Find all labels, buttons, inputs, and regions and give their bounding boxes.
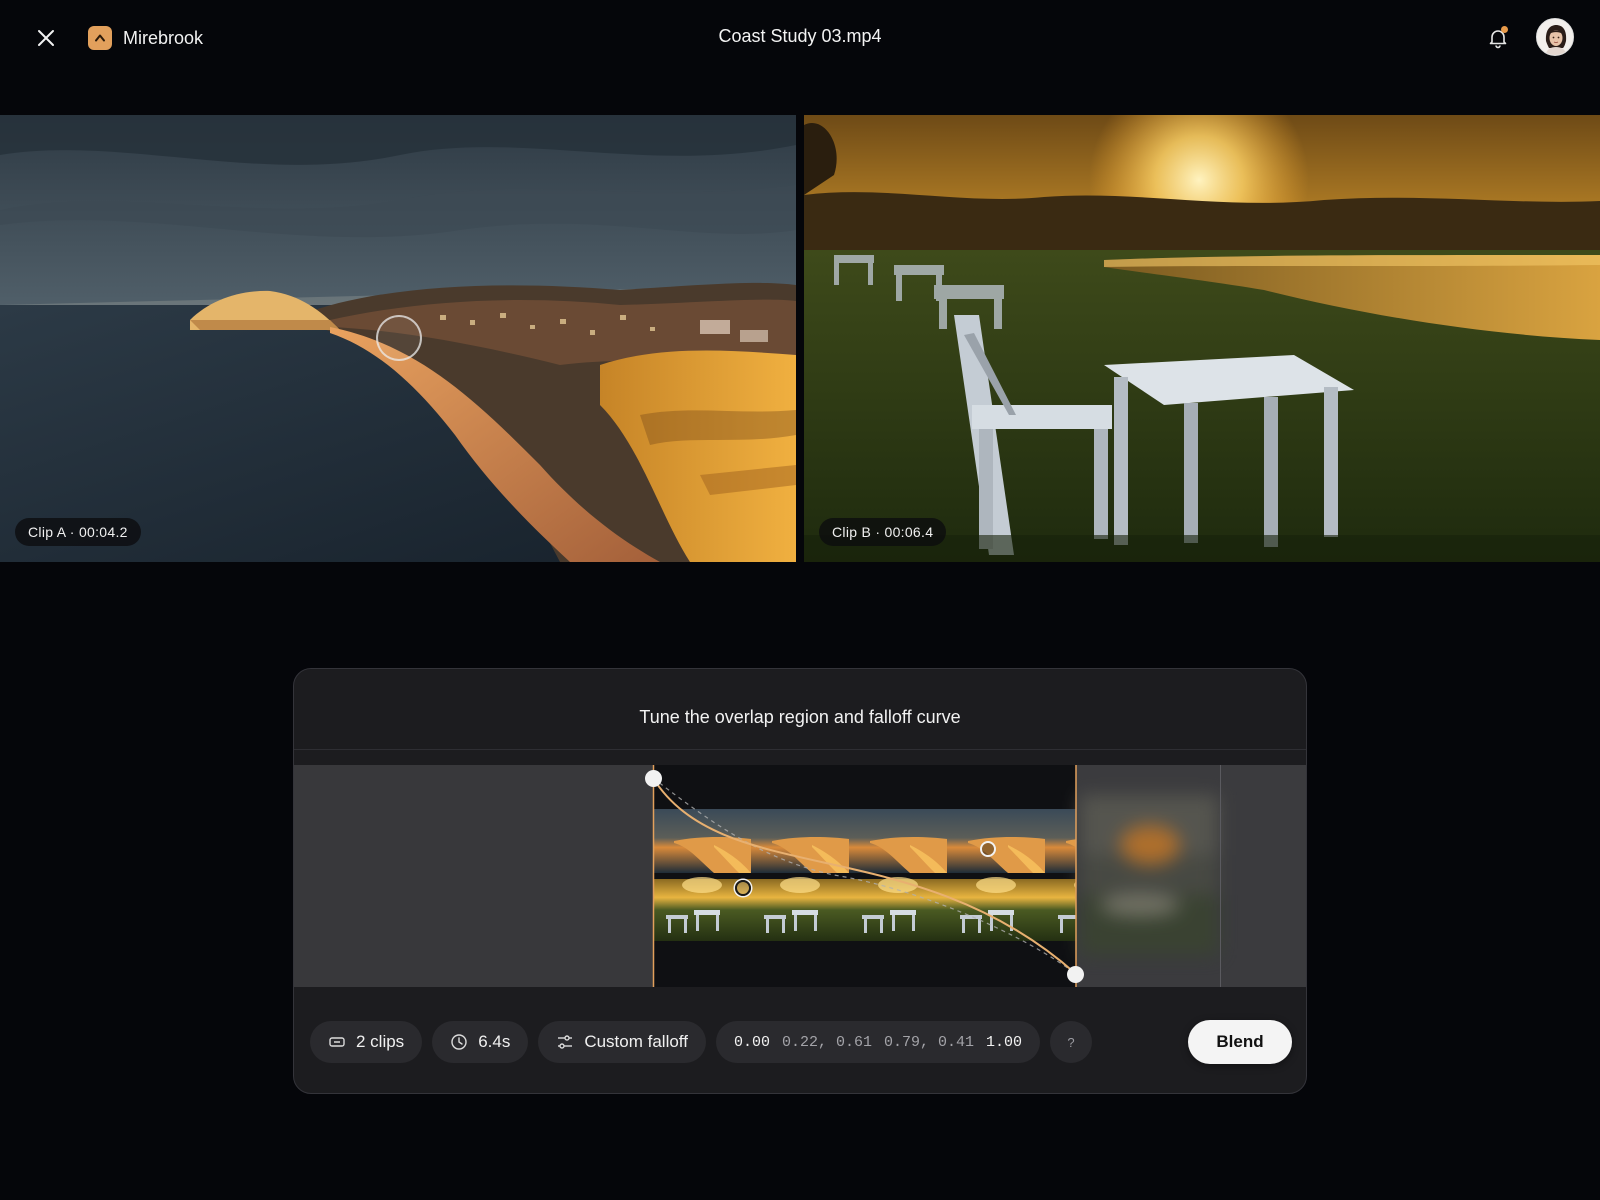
control-point-2-handle[interactable] [980,841,996,857]
curve-p2-value: 0.79, 0.41 [883,1033,974,1051]
app-logo-icon [88,26,112,50]
duration-label: 6.4s [478,1032,511,1051]
control-point-1-handle[interactable] [735,880,751,896]
focus-point-handle[interactable] [376,315,422,361]
notification-dot [1501,26,1508,33]
curve-end-handle[interactable] [1067,966,1084,983]
curve-start-handle[interactable] [645,770,662,787]
panel-divider [294,749,1306,750]
sliders-icon [558,1035,573,1049]
falloff-label: Custom falloff [584,1032,688,1051]
clip-b-preview[interactable]: Clip B · 00:06.4 [804,115,1600,562]
clip-a-label: Clip A · 00:04.2 [15,518,141,546]
clip-a-thumbnail-strip [653,809,1076,941]
blend-button-label: Blend [1216,1032,1264,1051]
clips-icon [329,1037,345,1047]
avatar[interactable] [1536,18,1574,56]
file-title: Coast Study 03.mp4 [718,26,882,46]
curve-start-value: 0.00 [733,1033,770,1051]
app-brand: Mirebrook [88,26,203,50]
curve-end-value: 1.00 [986,1033,1023,1051]
curve-values-chip[interactable]: 0.00 0.22, 0.61 0.79, 0.41 1.00 [715,1021,1041,1063]
overlap-editor[interactable] [294,765,1306,987]
bell-icon[interactable] [1486,26,1510,50]
blend-panel: Tune the overlap region and falloff curv… [293,668,1307,1094]
clips-label: 2 clips [356,1032,405,1051]
app-name: Mirebrook [123,27,204,48]
clips-chip[interactable]: 2 clips [310,1021,423,1063]
falloff-preset-chip[interactable]: Custom falloff [538,1021,706,1063]
top-bar: Mirebrook Coast Study 03.mp4 [0,0,1600,78]
close-icon[interactable] [34,26,58,50]
curve-p1-value: 0.22, 0.61 [781,1033,872,1051]
clip-b-image [804,115,1600,562]
linear-reference-curve [652,777,1077,975]
clock-icon [451,1034,467,1050]
panel-title: Tune the overlap region and falloff curv… [639,707,961,727]
clip-b-label: Clip B · 00:06.4 [819,518,947,546]
help-label: ? [1067,1034,1075,1050]
blend-button[interactable]: Blend [1188,1020,1292,1064]
falloff-curve [652,777,1077,975]
duration-chip[interactable]: 6.4s [432,1021,529,1063]
blend-toolbar: 2 clips 6.4s Custom falloff 0.00 0.22, 0… [310,1021,1093,1063]
clip-a-preview[interactable]: Clip A · 00:04.2 [0,115,796,562]
help-button[interactable]: ? [1050,1021,1093,1063]
overlap-curve-canvas [652,765,1077,987]
